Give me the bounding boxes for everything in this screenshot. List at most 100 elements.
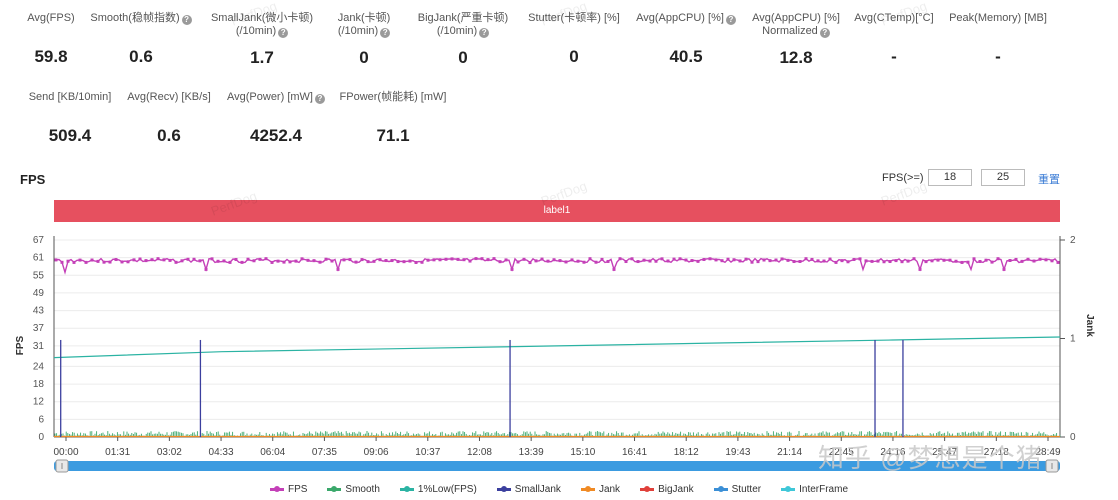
legend-swatch [781, 485, 796, 492]
legend-item[interactable]: InterFrame [781, 484, 848, 495]
x-tick-label: 16:41 [622, 447, 647, 458]
fps-point [930, 259, 934, 263]
fps-point [894, 259, 898, 263]
fps-point [906, 259, 910, 263]
y-tick-label: 49 [33, 288, 45, 299]
fps-point [642, 258, 646, 262]
fps-point [438, 258, 442, 262]
fps-point [972, 257, 976, 261]
help-icon[interactable]: ? [181, 15, 192, 25]
fps-point [708, 257, 712, 261]
legend-label: InterFrame [799, 484, 849, 495]
fps-point [144, 259, 148, 263]
fps-point [360, 258, 364, 262]
y-tick-label: 37 [33, 323, 45, 334]
fps-point [786, 258, 790, 262]
fps-point [384, 259, 388, 263]
fps-point [486, 258, 490, 262]
fps-point [714, 258, 718, 262]
fps-point [138, 257, 142, 261]
fps-point [120, 260, 124, 264]
fps-point [294, 259, 298, 263]
stat-label: Avg(Recv) [KB/s] [127, 91, 211, 103]
fps-point [66, 259, 70, 263]
fps-point [480, 257, 484, 261]
legend-item[interactable]: Smooth [327, 484, 380, 495]
x-tick-label: 07:35 [312, 447, 337, 458]
fps-point [858, 257, 862, 261]
fps-point [996, 257, 1000, 261]
fps-point [108, 260, 112, 264]
fps-threshold-input-1[interactable] [928, 169, 972, 186]
fps-point [78, 258, 82, 262]
fps-point [726, 257, 730, 261]
fps-point [576, 259, 580, 263]
help-icon[interactable]: ? [479, 28, 490, 38]
fps-point [870, 259, 874, 263]
fps-point [534, 259, 538, 263]
fps-point [984, 258, 988, 262]
x-tick-label: 06:04 [260, 447, 285, 458]
legend-item[interactable]: Stutter [713, 484, 761, 495]
fps-point [684, 258, 688, 262]
fps-point [618, 257, 622, 261]
fps-point [564, 260, 568, 264]
fps-point [978, 259, 982, 263]
fps-point [198, 259, 202, 263]
legend-item[interactable]: SmallJank [496, 484, 561, 495]
fps-point [192, 257, 196, 261]
fps-point [888, 260, 892, 264]
fps-point [474, 257, 478, 261]
fps-point [246, 257, 250, 261]
fps-point [114, 258, 118, 262]
fps-point [912, 257, 916, 261]
y-tick-label: 55 [33, 270, 45, 281]
fps-point [228, 260, 232, 264]
fps-point [1038, 257, 1042, 261]
stat-stats_row1-1: Smooth(稳帧指数)? 0.6 [71, 12, 211, 67]
fps-point [702, 257, 706, 261]
fps-point [1002, 267, 1006, 271]
y2-axis-title: Jank [1083, 314, 1095, 337]
x-tick-label: 01:31 [105, 447, 130, 458]
fps-threshold-input-2[interactable] [981, 169, 1025, 186]
fps-point [234, 257, 238, 261]
stat-value: - [995, 47, 1001, 66]
zhihu-watermark: 知乎 @梦想是个猪 [818, 443, 1043, 473]
legend-item[interactable]: BigJank [640, 484, 694, 495]
fps-point [612, 267, 616, 271]
fps-point [798, 259, 802, 263]
fps-point [924, 260, 928, 264]
reset-link[interactable]: 重置 [1038, 171, 1060, 187]
fps-point [522, 257, 526, 261]
legend-item[interactable]: Jank [580, 484, 621, 495]
fps-point [648, 259, 652, 263]
series-1pct-low [53, 336, 1061, 359]
y-tick-label: 18 [33, 379, 45, 390]
stat-label-line2: (/10min) [235, 25, 277, 37]
help-icon[interactable]: ? [278, 28, 289, 38]
fps-point [282, 260, 286, 264]
fps-point [756, 260, 760, 264]
fps-point [834, 260, 838, 264]
x-tick-label: 03:02 [157, 447, 182, 458]
help-icon[interactable]: ? [380, 28, 391, 38]
legend-swatch [269, 485, 284, 492]
fps-point [258, 257, 262, 261]
chart-legend: FPS Smooth 1%Low(FPS) SmallJank Jank BigJank S… [0, 484, 1118, 495]
fps-point [96, 259, 100, 263]
x-tick-label: 00:00 [53, 447, 78, 458]
fps-point [846, 260, 850, 264]
fps-point [570, 258, 574, 262]
legend-swatch [496, 485, 511, 492]
legend-label: FPS [287, 484, 308, 495]
legend-swatch [399, 485, 414, 492]
legend-label: Jank [598, 484, 621, 495]
legend-item[interactable]: 1%Low(FPS) [399, 484, 477, 495]
fps-point [720, 259, 724, 263]
fps-point [900, 260, 904, 264]
fps-point [1020, 259, 1024, 263]
x-tick-label: 19:43 [725, 447, 750, 458]
legend-item[interactable]: FPS [269, 484, 308, 495]
stat-label: Avg(FPS) [27, 12, 75, 24]
